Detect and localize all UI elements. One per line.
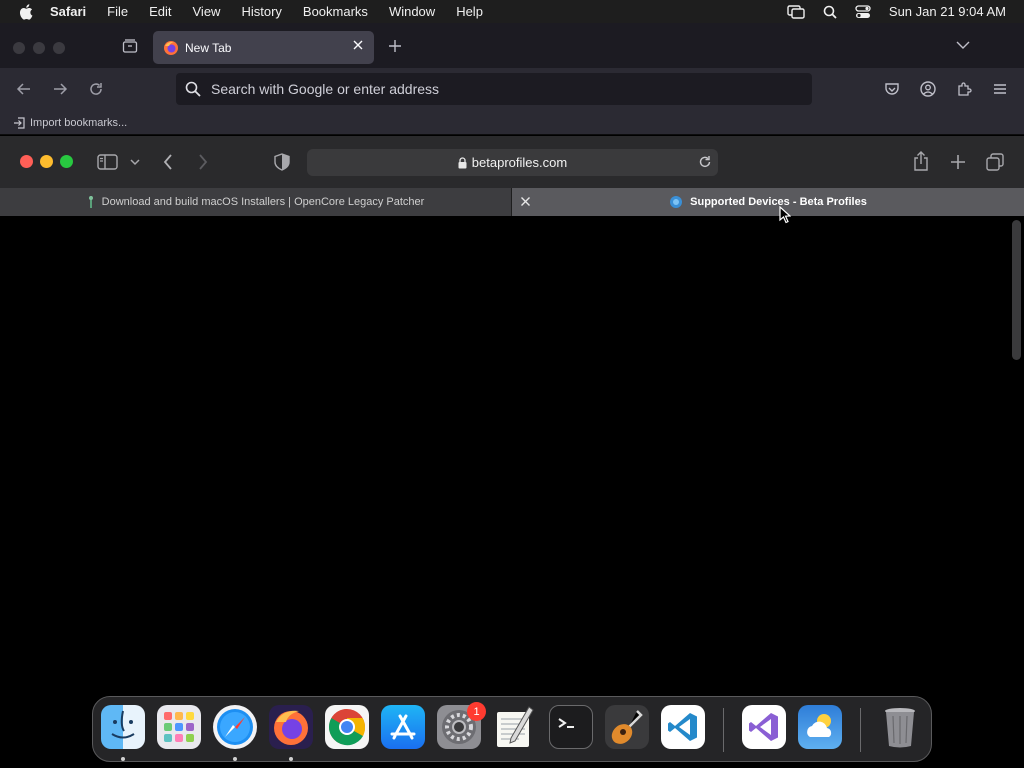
control-center-icon[interactable]: [855, 4, 871, 19]
spotlight-search-icon[interactable]: [823, 5, 837, 19]
menu-file[interactable]: File: [107, 4, 128, 19]
forward-arrow-icon[interactable]: [52, 81, 68, 97]
import-bookmarks-button[interactable]: Import bookmarks...: [13, 117, 127, 129]
back-arrow-icon[interactable]: [16, 81, 32, 97]
web-content-area[interactable]: [0, 216, 1024, 768]
dock-weather[interactable]: [798, 705, 842, 749]
privacy-shield-icon[interactable]: [274, 153, 290, 171]
visual-studio-icon: [749, 713, 778, 741]
menu-window[interactable]: Window: [389, 4, 435, 19]
safari-forward-icon[interactable]: [197, 153, 209, 171]
safari-tab-beta-profiles[interactable]: Supported Devices - Beta Profiles: [512, 188, 1024, 216]
close-tab-icon[interactable]: [520, 196, 531, 207]
dock-chrome[interactable]: [325, 705, 369, 749]
safari-new-tab-icon[interactable]: [950, 154, 966, 170]
dock-app-store[interactable]: [381, 705, 425, 749]
menu-bar: Safari File Edit View History Bookmarks …: [0, 0, 1024, 23]
firefox-minimize-light[interactable]: [33, 42, 45, 54]
search-icon: [185, 81, 201, 97]
menu-app-name[interactable]: Safari: [50, 4, 86, 19]
menu-history[interactable]: History: [241, 4, 281, 19]
safari-zoom-light[interactable]: [60, 155, 73, 168]
dock-safari[interactable]: [213, 705, 257, 749]
address-text: betaprofiles.com: [471, 155, 568, 170]
terminal-prompt-icon: [558, 718, 574, 728]
account-icon[interactable]: [920, 81, 936, 97]
opencore-favicon-icon: [88, 196, 93, 208]
new-tab-plus-icon[interactable]: [387, 38, 403, 54]
import-bookmarks-label: Import bookmarks...: [30, 117, 128, 129]
dock-finder[interactable]: [101, 705, 145, 749]
menu-bookmarks[interactable]: Bookmarks: [303, 4, 368, 19]
firefox-close-light[interactable]: [13, 42, 25, 54]
finder-running-dot: [121, 757, 125, 761]
firefox-view-icon[interactable]: [122, 38, 138, 54]
tab-overview-icon[interactable]: [986, 153, 1004, 171]
dock-launchpad[interactable]: [157, 705, 201, 749]
safari-close-light[interactable]: [20, 155, 33, 168]
chrome-icon: [329, 709, 366, 746]
app-store-icon: [390, 714, 416, 740]
safari-address-field[interactable]: betaprofiles.com: [307, 149, 718, 176]
reload-icon[interactable]: [88, 81, 104, 97]
firefox-tab-title: New Tab: [185, 40, 232, 55]
url-bar-placeholder: Search with Google or enter address: [211, 81, 440, 97]
dock-visual-studio[interactable]: [742, 705, 786, 749]
textedit-pencil-icon: [497, 706, 534, 747]
menu-view[interactable]: View: [193, 4, 221, 19]
dock-separator: [860, 708, 861, 752]
trash-icon: [885, 708, 915, 748]
screen-mirroring-icon[interactable]: [787, 4, 805, 19]
list-all-tabs-chevron-icon[interactable]: [956, 40, 970, 50]
mouse-pointer-icon: [779, 206, 791, 224]
firefox-zoom-light[interactable]: [53, 42, 65, 54]
dock-terminal[interactable]: [549, 705, 593, 749]
menu-help[interactable]: Help: [456, 4, 483, 19]
dock-firefox[interactable]: [269, 705, 313, 749]
sidebar-toggle-icon[interactable]: [97, 154, 118, 170]
extensions-puzzle-icon[interactable]: [956, 81, 972, 97]
firefox-url-bar[interactable]: Search with Google or enter address: [176, 73, 812, 105]
dock-trash[interactable]: [878, 705, 922, 749]
close-tab-icon[interactable]: [352, 39, 364, 51]
firefox-tab-new-tab[interactable]: New Tab: [153, 31, 374, 64]
dock-textedit[interactable]: [493, 705, 537, 749]
safari-tab-opencore[interactable]: Download and build macOS Installers | Op…: [0, 188, 512, 216]
safari-compass-icon: [217, 709, 253, 745]
safari-tab-title: Download and build macOS Installers | Op…: [101, 196, 425, 208]
vertical-scrollbar[interactable]: [1012, 220, 1021, 360]
hamburger-menu-icon[interactable]: [992, 81, 1008, 97]
menu-clock[interactable]: Sun Jan 21 9:04 AM: [889, 4, 1006, 19]
weather-cloud-sun-icon: [807, 714, 832, 737]
dock-garageband[interactable]: [605, 705, 649, 749]
notification-badge: 1: [467, 702, 486, 721]
guitar-icon: [611, 710, 643, 744]
bookmarks-toolbar: Import bookmarks...: [0, 112, 1024, 135]
safari-reload-icon[interactable]: [698, 155, 712, 169]
safari-back-icon[interactable]: [162, 153, 174, 171]
pocket-icon[interactable]: [884, 81, 900, 97]
firefox-app-icon: [274, 710, 308, 745]
safari-tab-bar: Download and build macOS Installers | Op…: [0, 188, 1024, 216]
vscode-icon: [668, 713, 697, 741]
safari-minimize-light[interactable]: [40, 155, 53, 168]
launchpad-grid-icon: [164, 712, 194, 742]
finder-icon: [111, 710, 135, 739]
sidebar-chevron-down-icon[interactable]: [130, 158, 140, 166]
share-icon[interactable]: [913, 151, 929, 171]
firefox-running-dot: [289, 757, 293, 761]
menu-edit[interactable]: Edit: [149, 4, 171, 19]
lock-icon: [458, 156, 467, 168]
dock-vscode[interactable]: [661, 705, 705, 749]
apple-icon[interactable]: [18, 3, 36, 21]
firefox-logo-icon: [164, 40, 178, 55]
import-icon: [14, 117, 25, 129]
dock-separator: [723, 708, 724, 752]
beta-profiles-favicon-icon: [670, 196, 683, 208]
safari-running-dot: [233, 757, 237, 761]
